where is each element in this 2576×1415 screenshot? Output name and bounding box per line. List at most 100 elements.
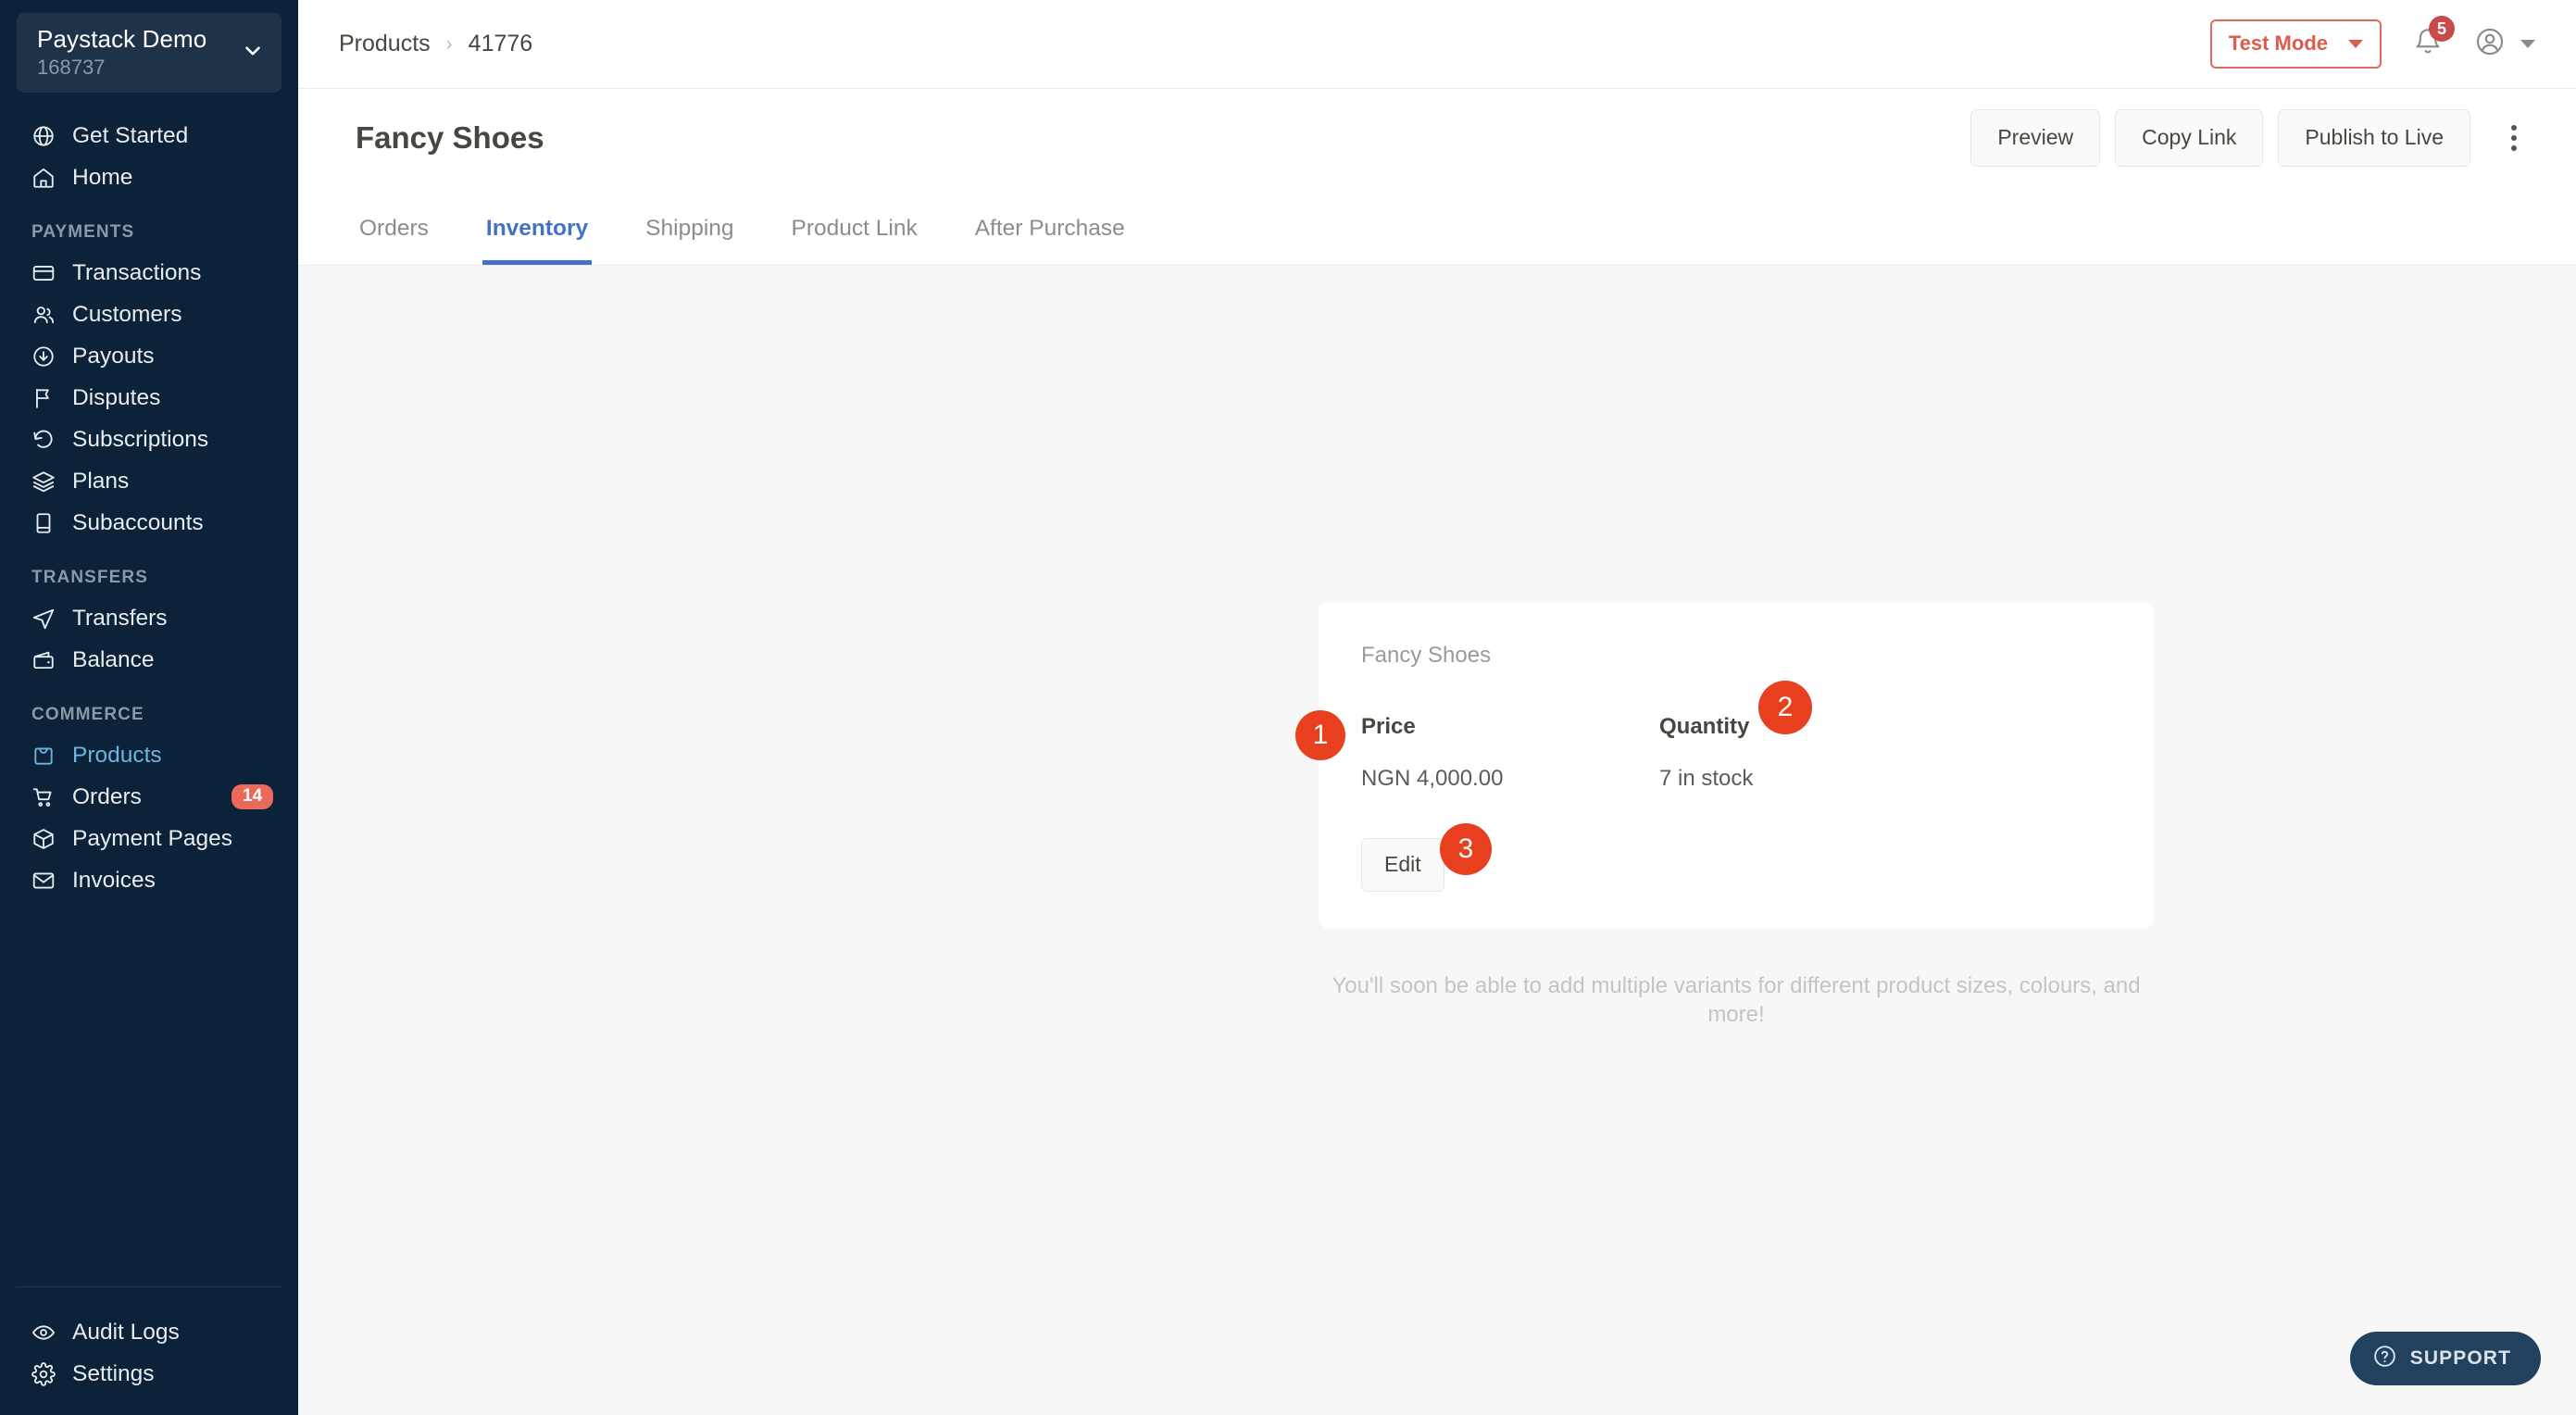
annotation-marker-1: 1 <box>1295 710 1345 760</box>
page-actions: Preview Copy Link Publish to Live <box>1970 108 2535 167</box>
preview-button[interactable]: Preview <box>1970 108 2101 167</box>
page-title: Fancy Shoes <box>356 119 544 155</box>
price-label: Price <box>1361 714 1416 739</box>
tab-product-link[interactable]: Product Link <box>788 216 921 265</box>
user-avatar-icon <box>2474 26 2506 62</box>
price-column: Price NGN 4,000.00 <box>1361 714 1659 792</box>
test-mode-label: Test Mode <box>2228 31 2328 55</box>
topbar: Products › 41776 Test Mode 5 <box>298 0 2576 89</box>
topbar-right: Test Mode 5 <box>2209 16 2535 69</box>
sidebar-item-label: Transactions <box>72 259 202 285</box>
tab-inventory[interactable]: Inventory <box>481 216 593 265</box>
layers-icon <box>31 470 63 494</box>
page-header: Fancy Shoes Preview Copy Link Publish to… <box>298 89 2576 186</box>
support-button[interactable]: SUPPORT <box>2349 1332 2541 1385</box>
account-menu[interactable] <box>2474 26 2535 62</box>
tab-after-purchase[interactable]: After Purchase <box>971 216 1129 265</box>
shopping-bag-icon <box>31 744 63 768</box>
sidebar-section-commerce: COMMERCE <box>31 705 144 724</box>
eye-icon <box>31 1321 63 1345</box>
sidebar-item-balance[interactable]: Balance <box>0 639 298 681</box>
sidebar-item-products[interactable]: Products <box>0 734 298 776</box>
inventory-content: Fancy Shoes Price NGN 4,000.00 Quantity … <box>298 266 2576 1415</box>
sidebar-item-label: Subaccounts <box>72 509 204 535</box>
publish-to-live-button[interactable]: Publish to Live <box>2278 108 2470 167</box>
product-tabs: Orders Inventory Shipping Product Link A… <box>298 186 2576 266</box>
sidebar-divider <box>17 1286 281 1287</box>
send-icon <box>31 607 63 631</box>
sidebar-item-payment-pages[interactable]: Payment Pages <box>0 818 298 859</box>
sidebar-footer: Audit Logs Settings <box>0 1286 298 1415</box>
mail-icon <box>31 869 63 893</box>
wallet-icon <box>31 648 63 672</box>
breadcrumb-current: 41776 <box>468 31 533 56</box>
book-icon <box>31 511 63 535</box>
sidebar-item-subaccounts[interactable]: Subaccounts <box>0 502 298 544</box>
sidebar-item-label: Balance <box>72 646 155 672</box>
sidebar-item-orders[interactable]: Orders 14 <box>0 776 298 818</box>
sidebar-nav: Get Started Home PAYMENTS Transactions C… <box>0 102 298 1286</box>
sidebar-item-label: Subscriptions <box>72 426 209 452</box>
chevron-down-icon <box>241 39 265 68</box>
cart-icon <box>31 785 63 809</box>
support-label: SUPPORT <box>2409 1347 2511 1369</box>
sidebar-item-subscriptions[interactable]: Subscriptions <box>0 419 298 460</box>
card-icon <box>31 261 63 285</box>
org-switcher[interactable]: Paystack Demo 168737 <box>17 13 281 93</box>
sidebar-section-payments: PAYMENTS <box>31 222 135 242</box>
org-name: Paystack Demo <box>37 25 207 53</box>
orders-badge: 14 <box>231 784 274 809</box>
sidebar-item-plans[interactable]: Plans <box>0 460 298 502</box>
tab-shipping[interactable]: Shipping <box>642 216 737 265</box>
org-text: Paystack Demo 168737 <box>37 25 241 81</box>
sidebar-item-label: Settings <box>72 1360 155 1386</box>
home-icon <box>31 166 63 190</box>
sidebar-item-label: Home <box>72 164 133 190</box>
globe-icon <box>31 124 63 148</box>
notification-badge: 5 <box>2429 16 2455 42</box>
breadcrumb-separator-icon: › <box>445 32 453 55</box>
sidebar-item-label: Customers <box>72 301 182 327</box>
sidebar-item-payouts[interactable]: Payouts <box>0 335 298 377</box>
app-root: Paystack Demo 168737 Get Started Home PA… <box>0 0 2576 1415</box>
variant-name: Fancy Shoes <box>1361 643 1492 668</box>
breadcrumb-products[interactable]: Products <box>339 31 431 57</box>
sidebar-item-label: Invoices <box>72 867 156 893</box>
sidebar-item-home[interactable]: Home <box>0 157 298 198</box>
edit-button[interactable]: Edit <box>1361 838 1444 892</box>
sidebar-item-invoices[interactable]: Invoices <box>0 859 298 901</box>
sidebar-item-audit-logs[interactable]: Audit Logs <box>0 1311 298 1353</box>
notifications-button[interactable]: 5 <box>2413 16 2455 61</box>
sidebar-item-get-started[interactable]: Get Started <box>0 115 298 157</box>
question-circle-icon <box>2372 1344 2397 1374</box>
sidebar-item-transactions[interactable]: Transactions <box>0 252 298 294</box>
sidebar: Paystack Demo 168737 Get Started Home PA… <box>0 0 298 1415</box>
sidebar-item-disputes[interactable]: Disputes <box>0 377 298 419</box>
flag-icon <box>31 386 63 410</box>
chevron-down-icon <box>2520 40 2535 48</box>
users-icon <box>31 303 63 327</box>
test-mode-toggle[interactable]: Test Mode <box>2209 19 2382 69</box>
kebab-menu-icon[interactable] <box>2493 117 2535 159</box>
org-id: 168737 <box>37 56 106 79</box>
sidebar-item-label: Orders <box>72 783 142 809</box>
sidebar-item-label: Plans <box>72 468 130 494</box>
download-circle-icon <box>31 344 63 369</box>
sidebar-item-customers[interactable]: Customers <box>0 294 298 335</box>
sidebar-item-label: Payouts <box>72 343 155 369</box>
sidebar-item-label: Products <box>72 742 162 768</box>
tab-orders[interactable]: Orders <box>356 216 432 265</box>
breadcrumb: Products › 41776 <box>339 31 532 57</box>
sidebar-item-transfers[interactable]: Transfers <box>0 597 298 639</box>
sidebar-section-transfers: TRANSFERS <box>31 568 149 587</box>
copy-link-button[interactable]: Copy Link <box>2115 108 2264 167</box>
gear-icon <box>31 1361 63 1386</box>
sidebar-item-label: Audit Logs <box>72 1319 180 1345</box>
refresh-icon <box>31 428 63 452</box>
annotation-marker-2: 2 <box>1758 681 1812 734</box>
sidebar-item-label: Get Started <box>72 122 189 148</box>
sidebar-item-label: Disputes <box>72 384 161 410</box>
quantity-value: 7 in stock <box>1659 766 1754 791</box>
chevron-down-icon <box>2348 39 2363 48</box>
sidebar-item-settings[interactable]: Settings <box>0 1353 298 1395</box>
